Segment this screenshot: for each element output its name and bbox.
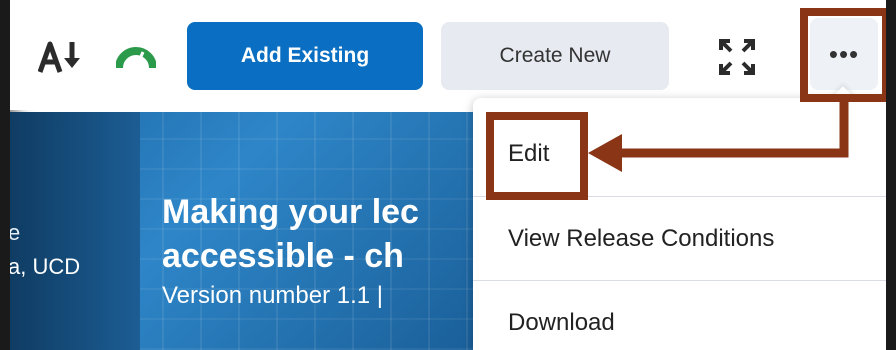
more-actions-menu: Edit View Release Conditions Download [473, 98, 886, 350]
banner-title-line-2: accessible - ch [162, 237, 404, 275]
add-existing-button[interactable]: Add Existing [187, 22, 423, 90]
course-banner-image: e a, UCD Making your lec accessible - ch… [10, 112, 476, 350]
text-sort-icon[interactable] [37, 40, 86, 74]
menu-item-view-release-conditions[interactable]: View Release Conditions [473, 196, 886, 280]
banner-dark-panel [10, 112, 140, 350]
menu-item-edit[interactable]: Edit [473, 112, 886, 196]
banner-title: Making your lec accessible - ch [162, 190, 419, 278]
banner-version-text: Version number 1.1 | [162, 282, 384, 309]
create-new-button[interactable]: Create New [441, 22, 669, 90]
more-actions-button[interactable]: ••• [810, 18, 878, 90]
banner-title-line-1: Making your lec [162, 193, 419, 231]
screenshot-frame: Add Existing Create New ••• e a, UCD Mak… [10, 0, 886, 350]
banner-side-text-ucd: a, UCD [10, 254, 81, 279]
banner-side-text: e [10, 220, 21, 245]
menu-item-download[interactable]: Download [473, 280, 886, 350]
speedometer-icon[interactable] [115, 40, 157, 72]
expand-icon[interactable] [718, 38, 756, 76]
toolbar: Add Existing Create New ••• [10, 0, 886, 110]
